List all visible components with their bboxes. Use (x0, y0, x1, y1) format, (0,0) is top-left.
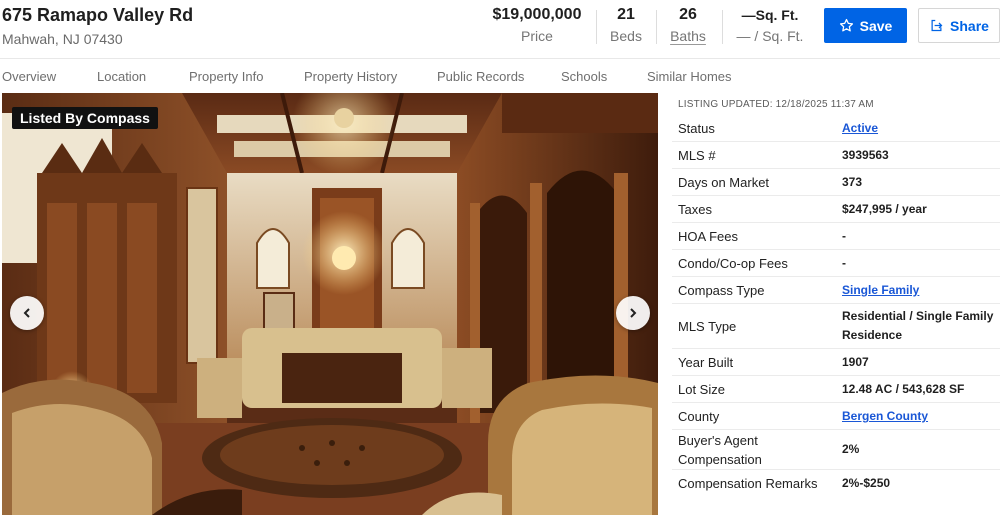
detail-label: Status (678, 121, 715, 136)
tab-similar-homes[interactable]: Similar Homes (647, 69, 732, 84)
detail-label: MLS Type (678, 319, 737, 334)
detail-value: Residential / Single Family Residence (842, 309, 994, 342)
detail-label: Lot Size (678, 382, 725, 397)
detail-value: 373 (842, 175, 863, 189)
detail-row-compass-type: Compass Type Single Family (672, 277, 1000, 304)
detail-label: Buyer's Agent Compensation (678, 433, 762, 467)
photo-great-hall (2, 93, 658, 515)
detail-value: - (842, 256, 846, 270)
sqft-stat: —Sq. Ft. — / Sq. Ft. (728, 5, 812, 47)
sqft-value: —Sq. Ft. (741, 7, 799, 23)
county-link[interactable]: Bergen County (842, 407, 1000, 426)
detail-row-year-built: Year Built 1907 (672, 349, 1000, 376)
stat-divider (596, 10, 597, 44)
baths-stat[interactable]: 26 Baths (662, 5, 714, 47)
listing-details: LISTING UPDATED: 12/18/2025 11:37 AM Sta… (672, 93, 1000, 515)
status-link[interactable]: Active (842, 119, 1000, 138)
detail-label: Year Built (678, 355, 734, 370)
detail-value: 2% (842, 442, 860, 456)
baths-value: 26 (679, 6, 697, 23)
star-icon (839, 18, 853, 32)
share-button[interactable]: Share (918, 8, 1000, 43)
price-per-sqft: — / Sq. Ft. (736, 28, 804, 44)
detail-label: County (678, 409, 720, 424)
listed-by-badge: Listed By Compass (12, 107, 158, 129)
detail-value: - (842, 229, 846, 243)
price-value: $19,000,000 (492, 6, 582, 23)
detail-value: 3939563 (842, 148, 889, 162)
listing-updated: LISTING UPDATED: 12/18/2025 11:37 AM (678, 99, 874, 110)
detail-row-mls: MLS # 3939563 (672, 142, 1000, 169)
address-city-state: Mahwah, NJ 07430 (2, 31, 123, 47)
baths-label[interactable]: Baths (662, 25, 714, 47)
detail-row-buyer-compensation: Buyer's Agent Compensation 2% (672, 430, 1000, 470)
detail-label: Compass Type (678, 283, 765, 298)
detail-row-condo-fees: Condo/Co-op Fees - (672, 250, 1000, 277)
share-label: Share (950, 17, 989, 34)
detail-value: 2%-$250 (842, 476, 891, 490)
tab-schools[interactable]: Schools (561, 69, 607, 84)
beds-value: 21 (617, 6, 635, 23)
section-tabs: Overview Location Property Info Property… (0, 58, 1000, 92)
save-label: Save (859, 17, 893, 34)
detail-value: $247,995 / year (842, 202, 927, 216)
tab-public-records[interactable]: Public Records (437, 69, 524, 84)
detail-row-compensation-remarks: Compensation Remarks 2%-$250 (672, 470, 1000, 497)
next-photo-button[interactable] (616, 296, 650, 330)
detail-label: Taxes (678, 202, 712, 217)
tab-property-history[interactable]: Property History (304, 69, 397, 84)
detail-label: MLS # (678, 148, 716, 163)
beds-label: Beds (610, 28, 642, 44)
detail-row-mls-type: MLS Type Residential / Single Family Res… (672, 304, 1000, 349)
detail-row-lot-size: Lot Size 12.48 AC / 543,628 SF (672, 376, 1000, 403)
tab-overview[interactable]: Overview (2, 69, 56, 84)
price-label: Price (521, 28, 553, 44)
compass-type-link[interactable]: Single Family (842, 281, 1000, 300)
stat-divider (656, 10, 657, 44)
chevron-right-icon (630, 308, 637, 318)
detail-value: 1907 (842, 355, 869, 369)
tab-location[interactable]: Location (97, 69, 146, 84)
tab-property-info[interactable]: Property Info (189, 69, 263, 84)
beds-stat: 21 Beds (603, 5, 649, 47)
detail-row-hoa-fees: HOA Fees - (672, 223, 1000, 250)
detail-row-days-on-market: Days on Market 373 (672, 169, 1000, 196)
share-icon (931, 19, 943, 32)
previous-photo-button[interactable] (10, 296, 44, 330)
stat-divider (722, 10, 723, 44)
detail-row-status: Status Active (672, 115, 1000, 142)
detail-row-county: County Bergen County (672, 403, 1000, 430)
address-title: 675 Ramapo Valley Rd (2, 5, 194, 25)
detail-label: Compensation Remarks (678, 476, 818, 491)
listing-header: 675 Ramapo Valley Rd Mahwah, NJ 07430 $1… (0, 0, 1000, 56)
detail-label: HOA Fees (678, 229, 738, 244)
save-button[interactable]: Save (824, 8, 907, 43)
listing-photo[interactable]: Listed By Compass (2, 93, 658, 515)
detail-value: 12.48 AC / 543,628 SF (842, 382, 965, 396)
price-stat: $19,000,000 Price (488, 5, 586, 47)
detail-row-taxes: Taxes $247,995 / year (672, 196, 1000, 223)
detail-label: Condo/Co-op Fees (678, 256, 788, 271)
chevron-left-icon (23, 308, 30, 318)
detail-label: Days on Market (678, 175, 770, 190)
